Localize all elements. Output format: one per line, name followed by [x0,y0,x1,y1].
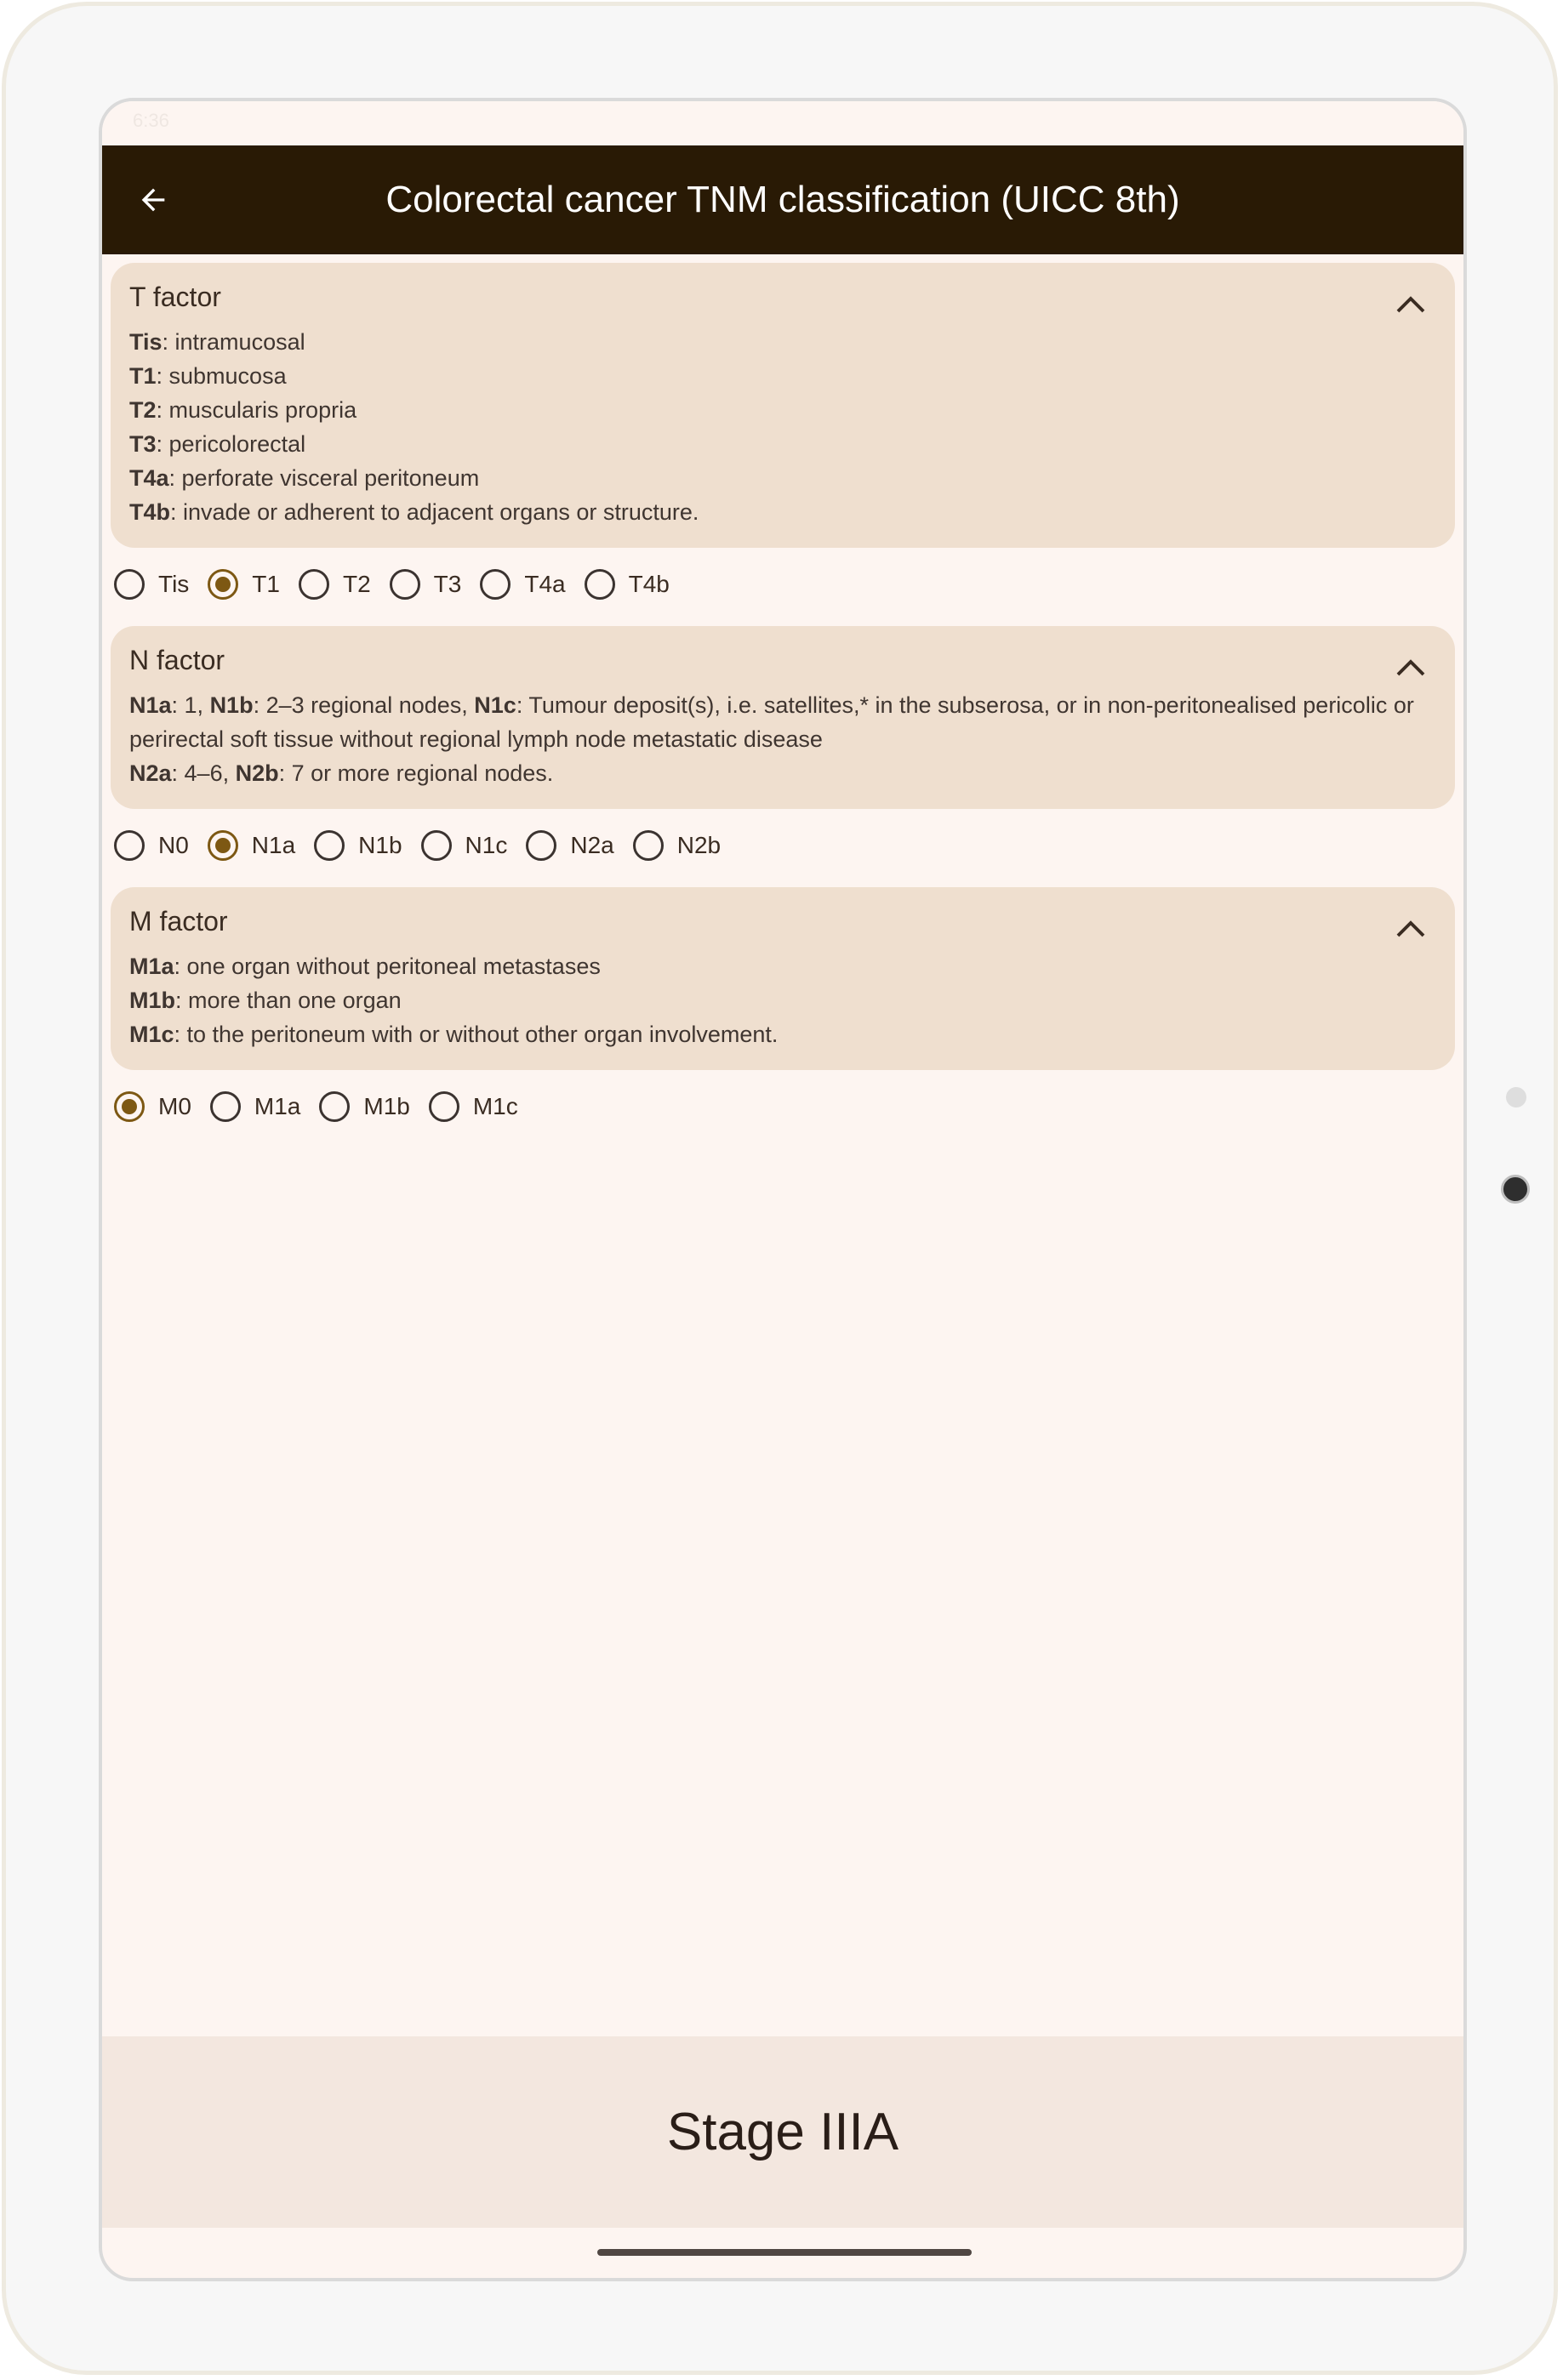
radio-n-n1c[interactable]: N1c [420,830,507,861]
content-area: T factor Tis: intramucosal T1: submucosa… [102,254,1463,1140]
m-factor-title: M factor [129,906,228,937]
desc-line: T4b: invade or adherent to adjacent orga… [129,499,699,525]
n-factor-card[interactable]: N factor N1a: 1, N1b: 2–3 regional nodes… [111,626,1455,809]
radio-button-selected[interactable] [208,569,239,600]
desc-line: T4a: perforate visceral peritoneum [129,465,480,491]
radio-button-selected[interactable] [114,1091,145,1122]
radio-m-m0[interactable]: M0 [114,1091,191,1122]
back-button[interactable] [128,174,179,225]
radio-button[interactable] [114,830,145,861]
radio-n-n2a[interactable]: N2a [526,830,614,861]
radio-m-m1c[interactable]: M1c [428,1091,518,1122]
radio-button[interactable] [298,569,329,600]
chevron-up-icon[interactable] [1395,657,1426,677]
m-factor-card[interactable]: M factor M1a: one organ without peritone… [111,887,1455,1070]
m-factor-radio-group: M0 M1a M1b M1c [114,1073,1463,1140]
radio-n-n1b[interactable]: N1b [314,830,402,861]
arrow-left-icon [141,188,165,212]
radio-button[interactable] [632,830,664,861]
radio-button[interactable] [428,1091,459,1122]
desc-line: T2: muscularis propria [129,397,357,423]
desc-line: N2a: 4–6, N2b: 7 or more regional nodes. [129,760,554,786]
radio-button[interactable] [209,1091,241,1122]
radio-n-n2b[interactable]: N2b [632,830,721,861]
chevron-up-icon[interactable] [1395,293,1426,314]
page-title: Colorectal cancer TNM classification (UI… [385,179,1180,220]
desc-line: Tis: intramucosal [129,329,305,355]
radio-t-t4b[interactable]: T4b [584,569,670,600]
radio-t-t3[interactable]: T3 [389,569,461,600]
desc-line: M1b: more than one organ [129,988,402,1013]
status-bar: 6:36 [102,101,1463,145]
camera-lens [1501,1175,1530,1204]
sensor-dot [1506,1087,1526,1107]
t-factor-card[interactable]: T factor Tis: intramucosal T1: submucosa… [111,263,1455,548]
app-bar: Colorectal cancer TNM classification (UI… [102,145,1463,254]
n-factor-radio-group: N0 N1a N1b N1c N2a N2b [114,812,1463,879]
radio-button-selected[interactable] [207,830,238,861]
desc-line: T3: pericolorectal [129,431,306,457]
radio-button[interactable] [480,569,511,600]
radio-m-m1b[interactable]: M1b [319,1091,410,1122]
stage-result-text: Stage IIIA [666,2103,899,2161]
radio-button[interactable] [319,1091,351,1122]
t-factor-description: Tis: intramucosal T1: submucosa T2: musc… [129,325,1436,529]
radio-t-t4a[interactable]: T4a [480,569,566,600]
radio-t-t2[interactable]: T2 [298,569,371,600]
desc-line: M1c: to the peritoneum with or without o… [129,1022,779,1047]
t-factor-title: T factor [129,282,221,312]
radio-button[interactable] [114,569,145,600]
radio-button[interactable] [584,569,615,600]
status-time: 6:36 [133,110,169,131]
radio-m-m1a[interactable]: M1a [209,1091,300,1122]
desc-line: M1a: one organ without peritoneal metast… [129,954,601,979]
gesture-nav-handle[interactable] [597,2249,972,2256]
n-factor-description: N1a: 1, N1b: 2–3 regional nodes, N1c: Tu… [129,688,1436,790]
desc-line: N1a: 1, N1b: 2–3 regional nodes, N1c: Tu… [129,692,1414,752]
t-factor-radio-group: Tis T1 T2 T3 T4a T4b [114,551,1463,618]
n-factor-title: N factor [129,645,225,675]
stage-result-panel: Stage IIIA [102,2036,1463,2228]
radio-button[interactable] [420,830,452,861]
device-screen: 6:36 Colorectal cancer TNM classificatio… [99,98,1467,2281]
radio-n-n1a[interactable]: N1a [207,830,295,861]
radio-t-tis[interactable]: Tis [114,569,189,600]
radio-n-n0[interactable]: N0 [114,830,189,861]
radio-button[interactable] [314,830,345,861]
radio-t-t1[interactable]: T1 [208,569,280,600]
chevron-up-icon[interactable] [1395,918,1426,938]
radio-button[interactable] [389,569,420,600]
desc-line: T1: submucosa [129,363,287,389]
m-factor-description: M1a: one organ without peritoneal metast… [129,949,1436,1051]
radio-button[interactable] [526,830,557,861]
